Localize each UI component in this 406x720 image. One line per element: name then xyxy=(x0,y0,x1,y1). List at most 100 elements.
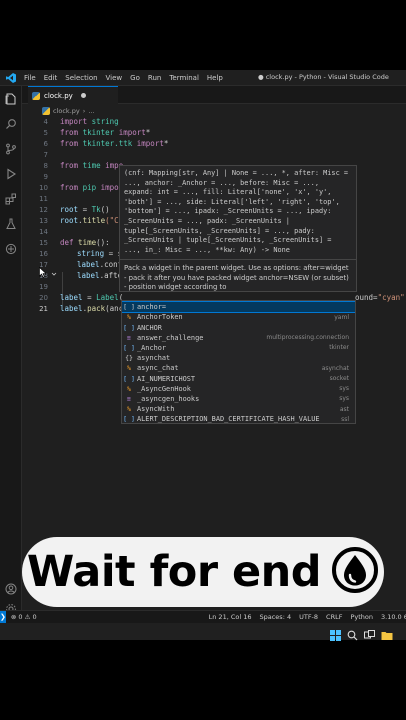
testing-icon[interactable] xyxy=(4,217,18,231)
code-line-16: string = s xyxy=(77,249,123,258)
suggestion-widget: [ ] anchor=% AnchorToken yaml[ ] ANCHOR ≡ answ… xyxy=(121,300,356,424)
line-number: 14 xyxy=(39,228,48,236)
suggestion-item[interactable]: ≡ answer_challenge multiprocessing.connect… xyxy=(122,333,355,343)
suggestion-label: anchor= xyxy=(137,303,167,312)
language-mode[interactable]: Python xyxy=(350,613,373,621)
unsaved-dot-icon[interactable] xyxy=(80,93,86,98)
line-number: 9 xyxy=(43,173,48,181)
suggestion-item[interactable]: [ ] ALERT_DESCRIPTION_BAD_CERTIFICATE_HAS… xyxy=(122,414,355,424)
hover-divider xyxy=(120,259,356,261)
suggestion-detail: sys xyxy=(339,385,349,393)
tab-label: clock.py xyxy=(44,91,73,100)
vscode-logo-icon xyxy=(4,72,18,84)
suggestion-item[interactable]: [ ] AI_NUMERICHOST socket xyxy=(122,373,355,383)
menu-go[interactable]: Go xyxy=(130,74,140,82)
function-symbol-icon: ≡ xyxy=(127,333,131,342)
breadcrumb-separator: › xyxy=(82,107,86,115)
menu-file[interactable]: File xyxy=(24,74,36,82)
run-debug-icon[interactable] xyxy=(4,167,18,181)
title-bar: File Edit Selection View Go Run Terminal… xyxy=(0,70,406,86)
python-interpreter[interactable]: 3.10.0 64-bit xyxy=(381,613,406,621)
function-symbol-icon: ≡ xyxy=(127,394,131,403)
menu-terminal[interactable]: Terminal xyxy=(169,74,199,82)
line-number: 11 xyxy=(39,195,48,203)
code-line-8: from time impo xyxy=(60,161,124,170)
tab-clock-py[interactable]: clock.py xyxy=(28,86,118,104)
indentation[interactable]: Spaces: 4 xyxy=(260,613,292,621)
suggestion-detail: yaml xyxy=(334,313,349,321)
variable-symbol-icon: [ ] xyxy=(123,415,135,424)
explorer-icon[interactable] xyxy=(4,92,18,106)
source-control-icon[interactable] xyxy=(4,142,18,156)
status-bar: ❯ ⊗ 0 ⚠ 0 Ln 21, Col 16 Spaces: 4 UTF-8 … xyxy=(0,610,406,623)
water-drop-icon xyxy=(331,546,379,598)
end-of-line[interactable]: CRLF xyxy=(326,613,342,621)
suggestion-item[interactable]: ≡ _asyncgen_hooks sys xyxy=(122,394,355,404)
code-line-5: from tkinter import* xyxy=(60,128,151,137)
menu-bar: File Edit Selection View Go Run Terminal… xyxy=(24,74,223,82)
menu-edit[interactable]: Edit xyxy=(44,74,58,82)
suggestion-item[interactable]: % _AsyncGenHook sys xyxy=(122,384,355,394)
suggestion-detail: socket xyxy=(329,375,349,383)
account-icon[interactable] xyxy=(4,582,18,596)
line-number: 6 xyxy=(43,140,48,148)
suggestion-item[interactable]: % AnchorToken yaml xyxy=(122,312,355,322)
encoding[interactable]: UTF-8 xyxy=(299,613,318,621)
code-line-15: def time(): xyxy=(60,238,110,247)
code-line-20: label = Label( xyxy=(60,293,124,302)
menu-run[interactable]: Run xyxy=(148,74,161,82)
keyword-symbol-icon: {} xyxy=(125,354,133,363)
line-number: 15 xyxy=(39,239,48,247)
suggestion-item-selected[interactable]: [ ] anchor= xyxy=(122,301,355,314)
suggestion-detail: ssl xyxy=(341,415,349,423)
line-number: 5 xyxy=(43,129,48,137)
task-view-icon[interactable] xyxy=(364,626,376,639)
code-line-17: label.conf xyxy=(77,260,123,269)
suggestion-label: AsyncWith xyxy=(137,405,175,414)
mouse-pointer-icon xyxy=(39,263,47,282)
cursor-position[interactable]: Ln 21, Col 16 xyxy=(209,613,252,621)
menu-help[interactable]: Help xyxy=(207,74,223,82)
suggestion-label: asynchat xyxy=(137,354,171,363)
menu-selection[interactable]: Selection xyxy=(65,74,97,82)
suggestion-item[interactable]: [ ] ANCHOR xyxy=(122,322,355,332)
problems-count[interactable]: ⊗ 0 ⚠ 0 xyxy=(11,613,37,621)
suggestion-item[interactable]: [ ] _Anchor tkinter xyxy=(122,343,355,353)
variable-symbol-icon: [ ] xyxy=(123,323,135,332)
hover-doc: Pack a widget in the parent widget. Use … xyxy=(124,264,351,292)
line-number: 12 xyxy=(39,206,48,214)
fold-chevron-icon[interactable] xyxy=(51,262,57,281)
line-number: 20 xyxy=(39,294,48,302)
taskbar-search-icon[interactable] xyxy=(347,626,359,641)
menu-view[interactable]: View xyxy=(106,74,123,82)
line-number: 7 xyxy=(43,151,48,159)
suggestion-item[interactable]: % async_chat asynchat xyxy=(122,363,355,373)
breadcrumb-trail[interactable]: ... xyxy=(88,107,94,115)
search-icon[interactable] xyxy=(4,117,18,131)
suggestion-detail: sys xyxy=(339,395,349,403)
windows-start-icon[interactable] xyxy=(330,626,342,641)
hover-tooltip: (cnf: Mapping[str, Any] | None = ..., *,… xyxy=(119,165,357,292)
remote-explorer-icon[interactable] xyxy=(4,242,18,256)
class-symbol-icon: % xyxy=(127,384,131,393)
remote-indicator-icon[interactable]: ❯ xyxy=(0,610,6,623)
banner-text: Wait for end xyxy=(26,547,322,597)
suggestion-detail: ast xyxy=(339,405,349,413)
suggestion-label: _AsyncGenHook xyxy=(137,384,191,393)
line-number: 4 xyxy=(43,118,48,126)
code-line-4: import string xyxy=(60,117,119,126)
file-explorer-icon[interactable] xyxy=(381,626,393,640)
breadcrumb-file[interactable]: clock.py xyxy=(53,107,80,115)
suggestion-detail: multiprocessing.connection xyxy=(266,334,349,342)
suggestion-label: _Anchor xyxy=(137,343,167,352)
suggestion-label: ANCHOR xyxy=(137,323,162,332)
extensions-icon[interactable] xyxy=(4,192,18,206)
class-symbol-icon: % xyxy=(127,405,131,414)
code-line-10: from pip impor xyxy=(60,183,124,192)
code-line-21: label.pack(anch xyxy=(60,304,128,313)
suggestion-item[interactable]: % AsyncWith ast xyxy=(122,404,355,414)
line-number: 13 xyxy=(39,217,48,225)
suggestion-item[interactable]: {} asynchat xyxy=(122,353,355,363)
class-symbol-icon: % xyxy=(127,364,131,373)
activity-bar xyxy=(0,86,22,614)
